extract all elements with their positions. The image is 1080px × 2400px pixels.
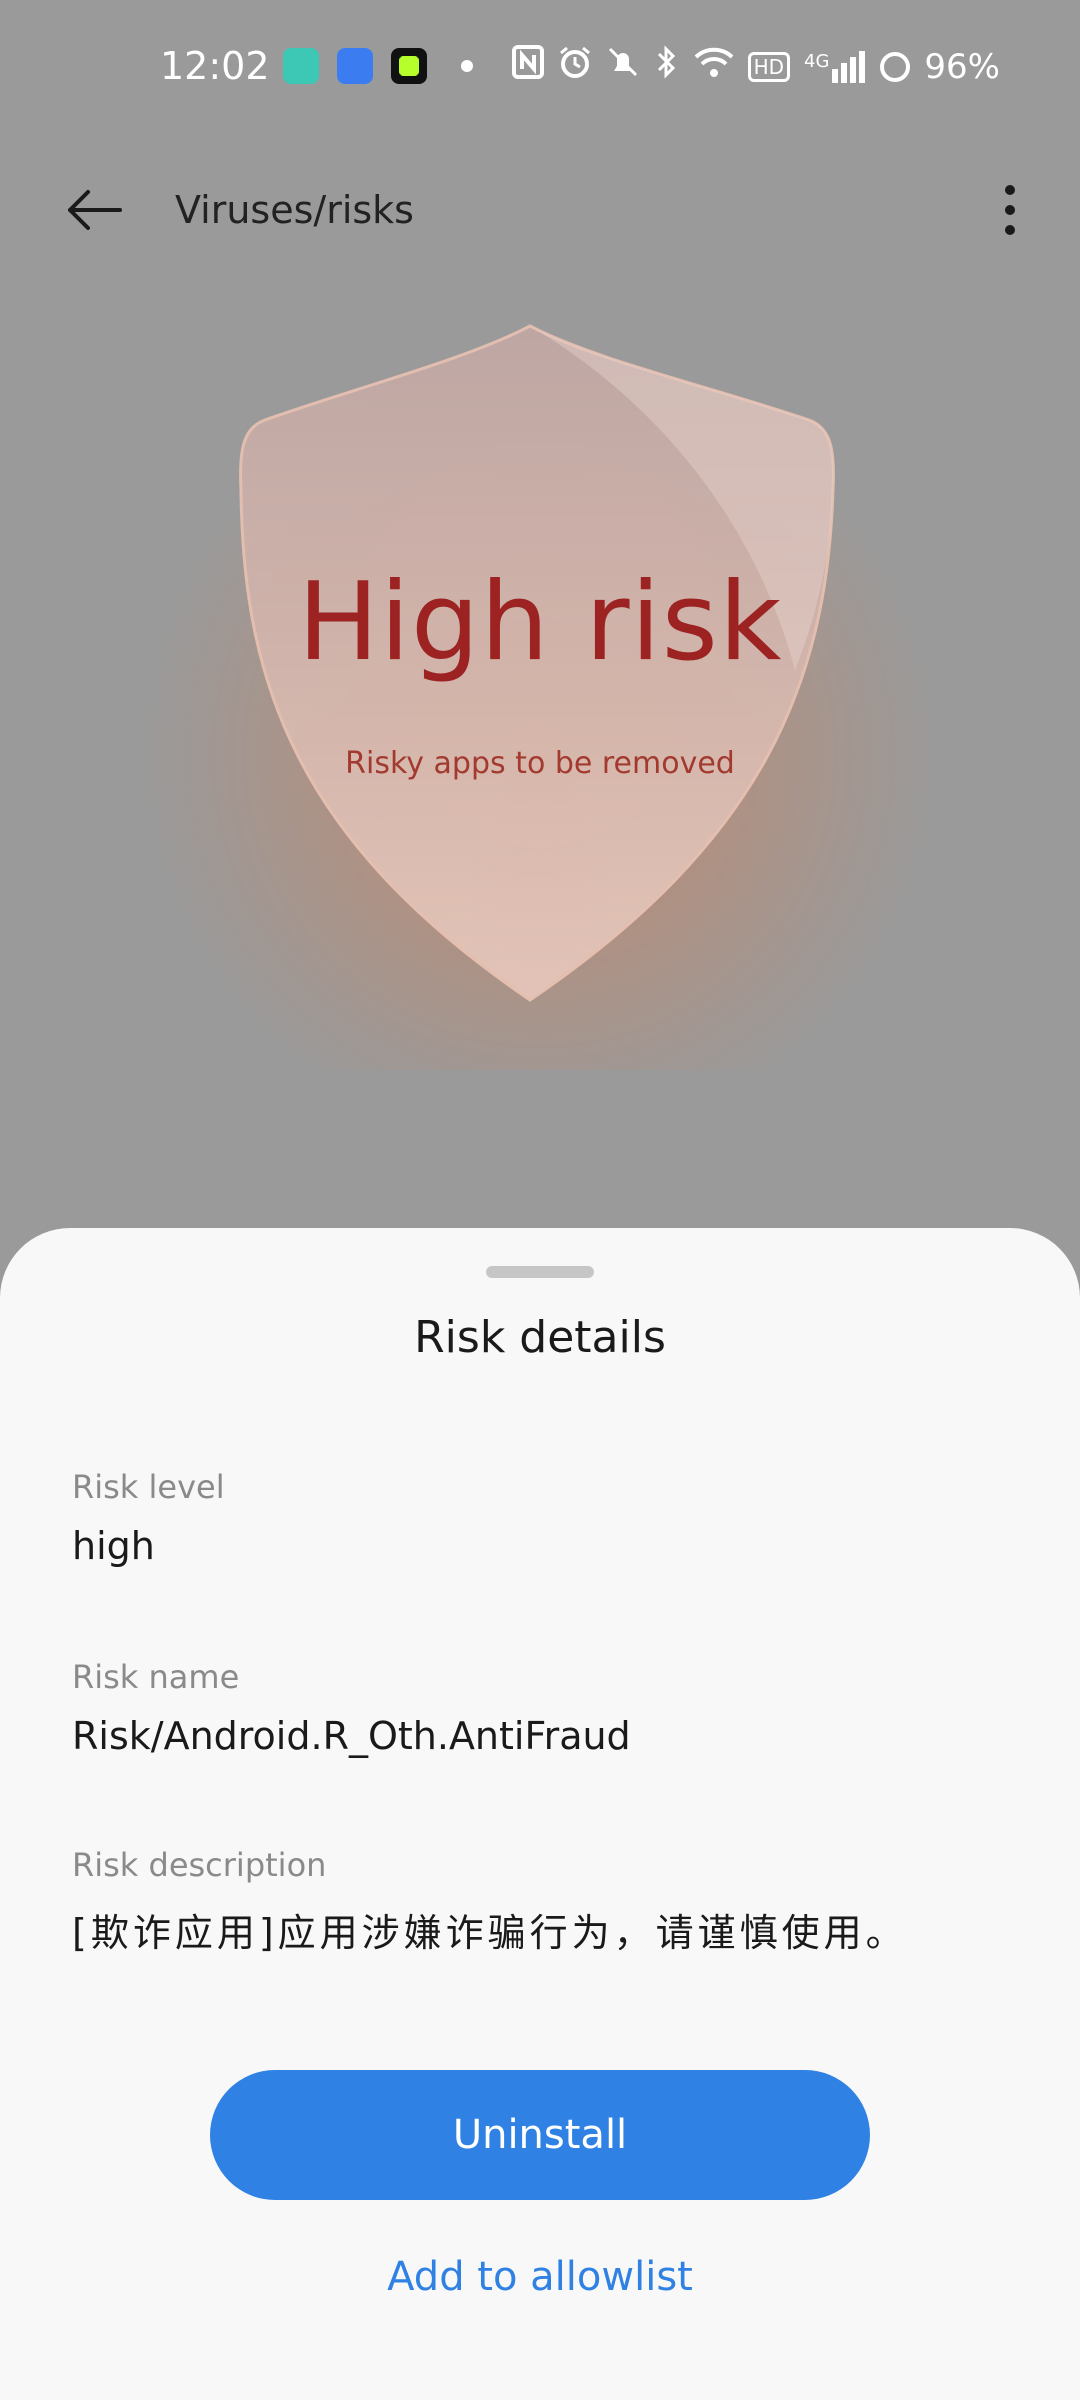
risk-description-field: Risk description [欺诈应用]应用涉嫌诈骗行为，请谨慎使用。: [72, 1846, 1012, 1957]
risk-name-label: Risk name: [72, 1658, 240, 1696]
cloud-app-icon: [337, 48, 373, 84]
risk-subtitle: Risky apps to be removed: [345, 746, 735, 781]
bluetooth-icon: [654, 44, 680, 89]
sheet-title: Risk details: [414, 1312, 666, 1363]
battery-percent: 96%: [924, 46, 1000, 87]
risk-name-field: Risk name Risk/Android.R_Oth.AntiFraud: [72, 1658, 1012, 1758]
system-icons: HD 4G 96%: [511, 44, 1000, 89]
status-time: 12:02: [160, 44, 270, 88]
uninstall-button[interactable]: Uninstall: [210, 2070, 870, 2200]
green-dot-app-icon: [391, 48, 427, 84]
alarm-icon: [558, 45, 592, 88]
app-bar: Viruses/risks: [0, 160, 1080, 260]
add-to-allowlist-link[interactable]: Add to allowlist: [0, 2254, 1080, 2300]
risk-details-sheet: Risk details Risk level high Risk name R…: [0, 1228, 1080, 2400]
hd-icon: HD: [747, 51, 791, 82]
risk-level-field: Risk level high: [72, 1468, 1012, 1568]
more-notifications-icon: [461, 60, 473, 72]
signal-icon: 4G: [804, 50, 866, 83]
network-type-label: 4G: [804, 50, 830, 72]
back-arrow-icon[interactable]: [64, 188, 124, 232]
chat-app-icon: [283, 48, 319, 84]
risk-level-label: Risk level: [72, 1468, 225, 1506]
risk-hero: High risk Risky apps to be removed: [0, 280, 1080, 1100]
nfc-icon: [511, 45, 544, 88]
risk-name-value: Risk/Android.R_Oth.AntiFraud: [72, 1714, 631, 1758]
more-options-icon[interactable]: [996, 182, 1024, 238]
status-bar: 12:02 HD 4G 96%: [0, 0, 1080, 130]
battery-icon: [880, 51, 911, 82]
wifi-icon: [694, 46, 734, 87]
sheet-drag-handle[interactable]: [486, 1266, 594, 1278]
page-title: Viruses/risks: [175, 188, 414, 232]
risk-description-value: [欺诈应用]应用涉嫌诈骗行为，请谨慎使用。: [72, 1911, 908, 1955]
risk-level-title: High risk: [297, 560, 783, 685]
risk-description-label: Risk description: [72, 1846, 327, 1884]
notification-icons: [283, 48, 473, 84]
risk-level-value: high: [72, 1524, 155, 1568]
mute-icon: [606, 45, 640, 88]
